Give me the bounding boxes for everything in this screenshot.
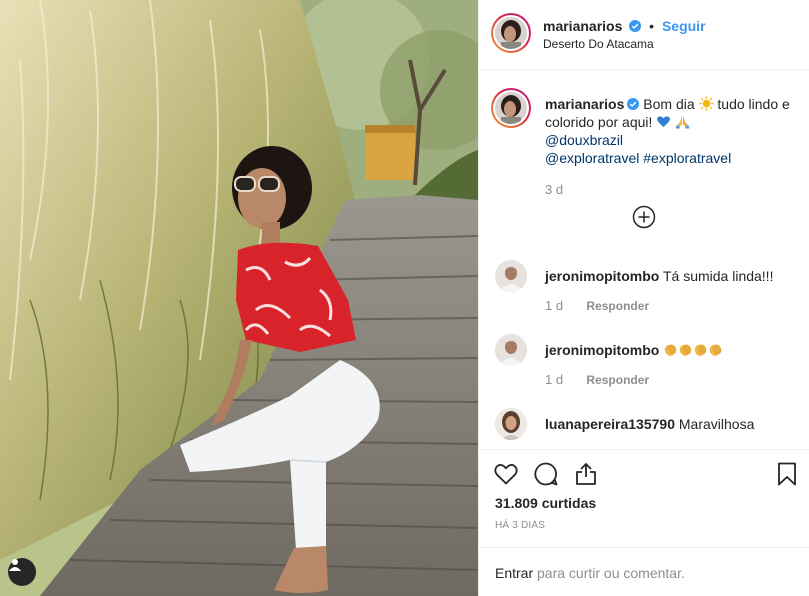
login-link[interactable]: Entrar bbox=[495, 565, 533, 581]
blue-heart-emoji-icon bbox=[657, 116, 671, 128]
location-link[interactable]: Deserto Do Atacama bbox=[543, 37, 654, 51]
commenter-avatar[interactable] bbox=[495, 408, 527, 440]
login-rest: para curtir ou comentar. bbox=[533, 565, 685, 581]
mention-link-2[interactable]: @exploratravel bbox=[545, 150, 639, 166]
clapping-hands-emoji-icon bbox=[709, 344, 722, 356]
comment-text: Maravilhosa bbox=[678, 416, 755, 432]
clapping-hands-emoji-icon bbox=[679, 344, 692, 356]
caption-timestamp[interactable]: 3 d bbox=[545, 182, 563, 197]
clapping-hands-emoji-icon bbox=[664, 344, 677, 356]
comment-item: jeronimopitombo Tá sumida linda!!! 1 d R… bbox=[495, 260, 795, 320]
likes-count[interactable]: 31.809 curtidas bbox=[495, 495, 596, 511]
post-photo-scene bbox=[0, 0, 478, 596]
header-line: marianarios • Seguir bbox=[543, 18, 706, 34]
login-text: Entrar para curtir ou comentar. bbox=[495, 565, 685, 581]
caption-username[interactable]: marianarios bbox=[545, 96, 624, 112]
heart-icon[interactable] bbox=[493, 461, 519, 487]
comment-item: luanapereira135790 Maravilhosa bbox=[495, 408, 795, 448]
mention-link[interactable]: @douxbrazil bbox=[545, 132, 623, 148]
commenter-avatar[interactable] bbox=[495, 260, 527, 292]
caption-author-avatar[interactable] bbox=[491, 88, 531, 128]
clapping-hands-emojis bbox=[663, 342, 723, 358]
author-avatar[interactable] bbox=[491, 13, 531, 53]
comment-bubble-icon[interactable] bbox=[533, 461, 559, 487]
comment-username[interactable]: jeronimopitombo bbox=[545, 268, 659, 284]
comment-text: Tá sumida linda!!! bbox=[662, 268, 774, 284]
caption: marianarios Bom dia tudo lindo e colorid… bbox=[545, 95, 795, 167]
comment-meta: 1 d Responder bbox=[545, 298, 649, 313]
comment-meta: 1 d Responder bbox=[545, 372, 649, 387]
comment-body: luanapereira135790 Maravilhosa bbox=[545, 416, 754, 432]
login-prompt: Entrar para curtir ou comentar. bbox=[479, 547, 809, 596]
comment-username[interactable]: luanapereira135790 bbox=[545, 416, 675, 432]
hashtag-link[interactable]: #exploratravel bbox=[643, 150, 731, 166]
post-panel: marianarios • Seguir Deserto Do Atacama … bbox=[478, 0, 809, 596]
comment-body: jeronimopitombo Tá sumida linda!!! bbox=[545, 268, 773, 284]
reply-button[interactable]: Responder bbox=[586, 373, 649, 387]
user-tags-button[interactable] bbox=[8, 558, 36, 586]
post-photo[interactable] bbox=[0, 0, 478, 596]
comment-item: jeronimopitombo 1 d Responder bbox=[495, 334, 795, 394]
comment-time[interactable]: 1 d bbox=[545, 298, 563, 313]
verified-badge-icon bbox=[627, 98, 640, 110]
caption-text: Bom dia bbox=[643, 96, 695, 112]
post-header: marianarios • Seguir Deserto Do Atacama bbox=[479, 0, 809, 70]
author-username[interactable]: marianarios bbox=[543, 18, 622, 34]
separator-dot: • bbox=[649, 18, 655, 34]
comments-list[interactable]: marianarios Bom dia tudo lindo e colorid… bbox=[479, 71, 809, 449]
sun-emoji-icon bbox=[698, 96, 714, 111]
commenter-avatar[interactable] bbox=[495, 334, 527, 366]
comment-username[interactable]: jeronimopitombo bbox=[545, 342, 659, 358]
praying-hands-emoji-icon bbox=[676, 115, 690, 129]
post-actions: 31.809 curtidas HÁ 3 DIAS bbox=[479, 449, 809, 547]
person-icon bbox=[9, 559, 21, 571]
clapping-hands-emoji-icon bbox=[694, 344, 707, 356]
share-icon[interactable] bbox=[573, 461, 599, 487]
post-date[interactable]: HÁ 3 DIAS bbox=[495, 520, 545, 531]
comment-time[interactable]: 1 d bbox=[545, 372, 563, 387]
follow-button[interactable]: Seguir bbox=[662, 18, 706, 34]
comment-body: jeronimopitombo bbox=[545, 342, 723, 358]
reply-button[interactable]: Responder bbox=[586, 299, 649, 313]
verified-badge-icon bbox=[629, 20, 642, 32]
plus-circle-icon[interactable] bbox=[632, 205, 656, 229]
bookmark-icon[interactable] bbox=[774, 461, 800, 487]
